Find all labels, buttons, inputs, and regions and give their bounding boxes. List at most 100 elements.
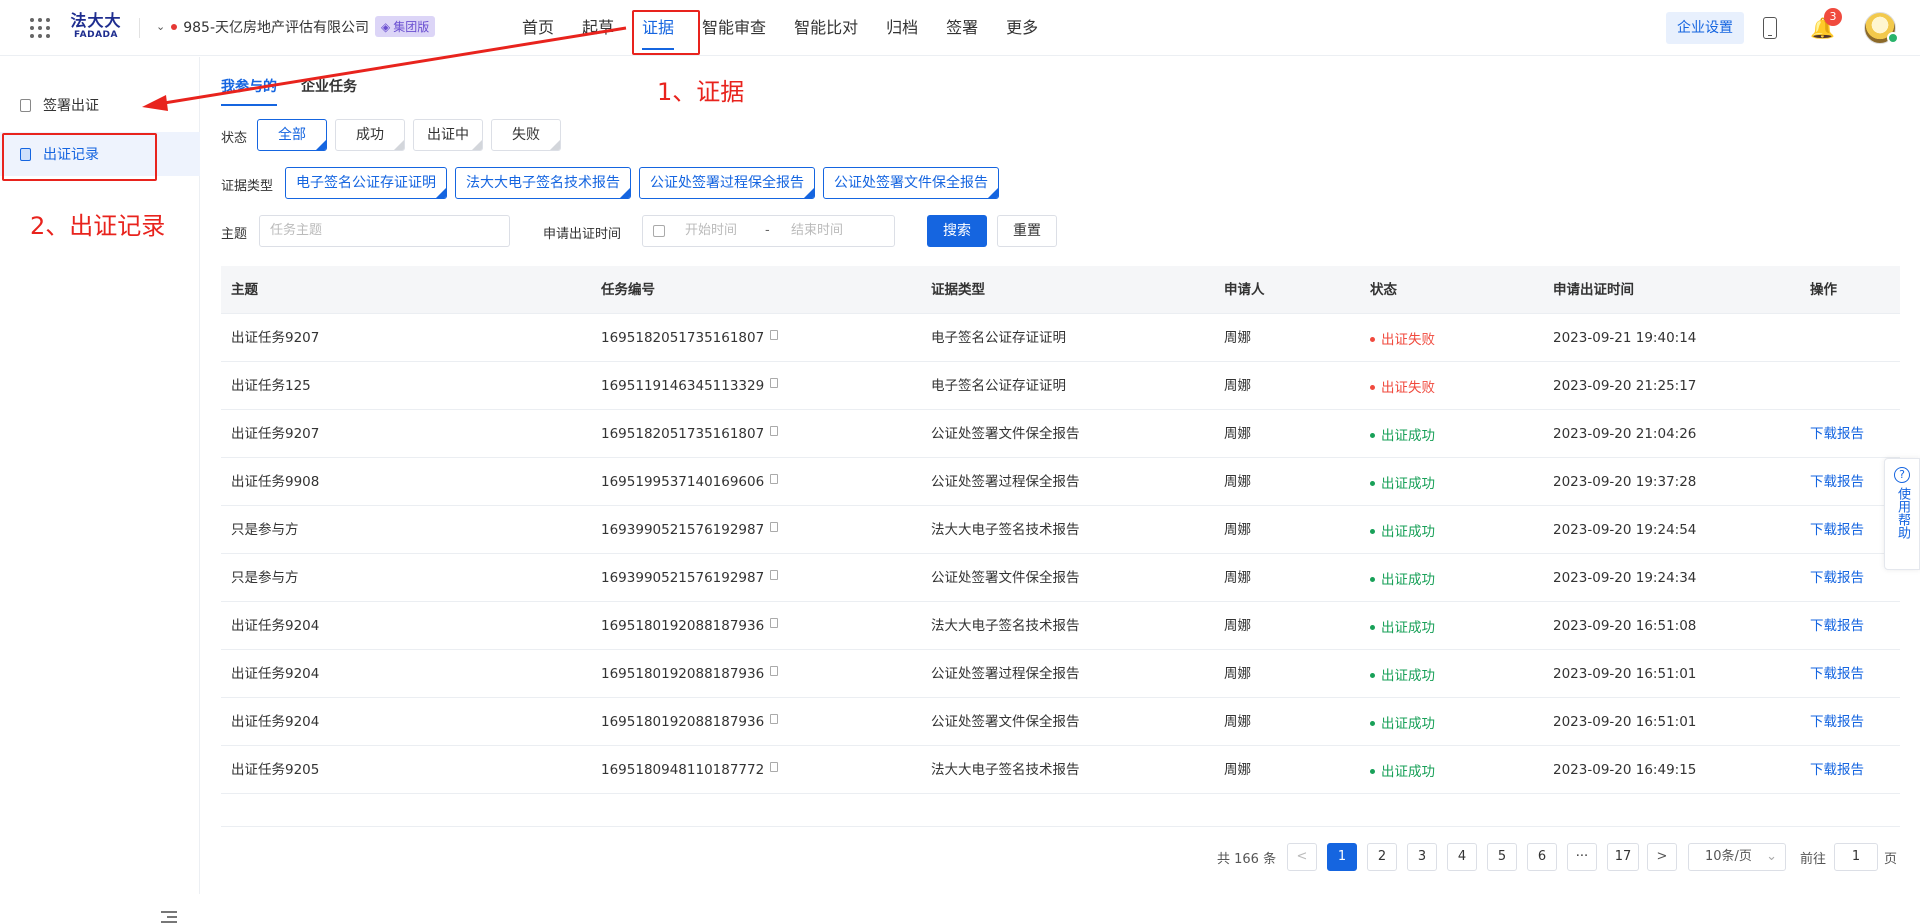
status-text: 出证失败 [1381,331,1435,348]
copy-icon[interactable] [770,570,779,580]
sidebar-item-sign-evidence[interactable]: 签署出证 [0,83,200,127]
cell-status: 出证成功 [1370,650,1435,698]
nav-sign[interactable]: 签署 [932,0,992,56]
table-row: 出证任务9207 1695182051735161807 公证处签署文件保全报告 周娜… [221,410,1900,458]
enterprise-settings-button[interactable]: 企业设置 [1666,12,1744,44]
tab-my-participation[interactable]: 我参与的 [221,76,277,106]
company-switcher[interactable]: ⌄ 985-天亿房地产评估有限公司 ◈ 集团版 [156,16,436,37]
cell-apply-time: 2023-09-20 21:04:26 [1553,426,1697,442]
cell-evidence-type: 电子签名公证存证证明 [931,330,1066,346]
copy-icon[interactable] [770,522,779,532]
next-page-button[interactable]: > [1647,843,1677,871]
cell-evidence-type: 电子签名公证存证证明 [931,378,1066,394]
download-report-link[interactable]: 下载报告 [1810,506,1864,554]
status-success-chip[interactable]: 成功 [335,119,405,151]
pagination-total: 共 166 条 [1217,852,1277,867]
subject-input[interactable]: 任务主题 [259,215,510,247]
page-ellipsis[interactable]: ··· [1567,843,1597,871]
copy-icon[interactable] [770,666,779,676]
prev-page-button[interactable]: < [1287,843,1317,871]
status-failed-chip[interactable]: 失败 [491,119,561,151]
cell-status: 出证成功 [1370,698,1435,746]
cell-evidence-type: 公证处签署文件保全报告 [931,570,1080,586]
copy-icon[interactable] [770,714,779,724]
sub-tabs: 我参与的 企业任务 [221,76,357,106]
status-badge: 出证成功 [1370,556,1435,604]
cell-subject: 出证任务9204 [231,618,320,634]
copy-icon[interactable] [770,426,779,436]
date-range-picker[interactable]: 开始时间 - 结束时间 [642,215,895,247]
help-float-button[interactable]: ? 使用帮助 [1884,458,1920,570]
cell-task-no: 1695199537140169606 [601,458,779,506]
page-4[interactable]: 4 [1447,843,1477,871]
task-no-text: 1695182051735161807 [601,330,765,346]
download-report-link[interactable]: 下载报告 [1810,650,1864,698]
mobile-icon[interactable] [1763,17,1777,39]
copy-icon[interactable] [770,762,779,772]
page-6[interactable]: 6 [1527,843,1557,871]
download-report-link[interactable]: 下载报告 [1810,698,1864,746]
cell-apply-time: 2023-09-20 19:24:54 [1553,522,1697,538]
nav-draft[interactable]: 起草 [568,0,628,56]
col-applicant: 申请人 [1224,282,1265,298]
page-2[interactable]: 2 [1367,843,1397,871]
col-task-no: 任务编号 [601,282,655,298]
col-action: 操作 [1810,282,1837,298]
goto-prefix: 前往 [1800,852,1827,867]
status-dot [1370,769,1375,774]
nav-more[interactable]: 更多 [992,0,1052,56]
date-separator: - [765,223,770,238]
status-in-progress-chip[interactable]: 出证中 [413,119,483,151]
page-5[interactable]: 5 [1487,843,1517,871]
task-no-text: 1695199537140169606 [601,474,765,490]
copy-icon[interactable] [770,618,779,628]
table-footer-divider [221,826,1900,827]
status-text: 出证成功 [1381,523,1435,540]
tab-enterprise-tasks[interactable]: 企业任务 [301,76,357,106]
annotation-box-evidence-nav [632,10,700,55]
company-status-dot [171,23,178,30]
nav-archive[interactable]: 归档 [872,0,932,56]
sidebar-item-label: 签署出证 [43,98,99,114]
status-text: 出证成功 [1381,667,1435,684]
download-report-link[interactable]: 下载报告 [1810,746,1864,794]
download-report-link[interactable]: 下载报告 [1810,602,1864,650]
type-file-report-chip[interactable]: 公证处签署文件保全报告 [823,167,999,199]
copy-icon[interactable] [770,378,779,388]
app-grid-icon[interactable] [30,18,50,38]
task-no-text: 1695119146345113329 [601,378,765,394]
page-3[interactable]: 3 [1407,843,1437,871]
annotation-box-records [2,133,157,181]
type-tech-report-chip[interactable]: 法大大电子签名技术报告 [455,167,631,199]
nav-smart-review[interactable]: 智能审查 [688,0,780,56]
reset-button[interactable]: 重置 [997,215,1057,247]
col-time: 申请出证时间 [1553,282,1634,298]
type-notary-certificate-chip[interactable]: 电子签名公证存证证明 [285,167,447,199]
type-process-report-chip[interactable]: 公证处签署过程保全报告 [639,167,815,199]
download-report-link[interactable]: 下载报告 [1810,458,1864,506]
page-17[interactable]: 17 [1607,843,1639,871]
download-report-link[interactable]: 下载报告 [1810,554,1864,602]
page-1[interactable]: 1 [1327,843,1357,871]
copy-icon[interactable] [770,330,779,340]
notification-badge: 3 [1824,8,1842,26]
collapse-sidebar-icon[interactable] [161,911,177,923]
goto-page-input[interactable]: 1 [1834,843,1878,871]
nav-home[interactable]: 首页 [508,0,568,56]
top-nav: 首页 起草 证据 智能审查 智能比对 归档 签署 更多 [508,0,1052,56]
status-dot [1370,337,1375,342]
fadada-logo[interactable]: 法大大 FADADA [70,13,122,43]
notification-button[interactable]: 🔔 3 [1810,8,1842,42]
status-all-chip[interactable]: 全部 [257,119,327,151]
cell-evidence-type: 公证处签署过程保全报告 [931,474,1080,490]
search-button[interactable]: 搜索 [927,215,987,247]
download-report-link[interactable]: 下载报告 [1810,410,1864,458]
cell-evidence-type: 公证处签署过程保全报告 [931,666,1080,682]
nav-smart-compare[interactable]: 智能比对 [780,0,872,56]
page-size-select[interactable]: 10条/页 ⌄ [1688,843,1786,871]
cell-applicant: 周娜 [1224,522,1251,538]
table-row: 出证任务125 1695119146345113329 电子签名公证存证证明 周娜 出证… [221,362,1900,410]
cell-subject: 出证任务9207 [231,426,320,442]
copy-icon[interactable] [770,474,779,484]
col-subject: 主题 [231,282,258,298]
